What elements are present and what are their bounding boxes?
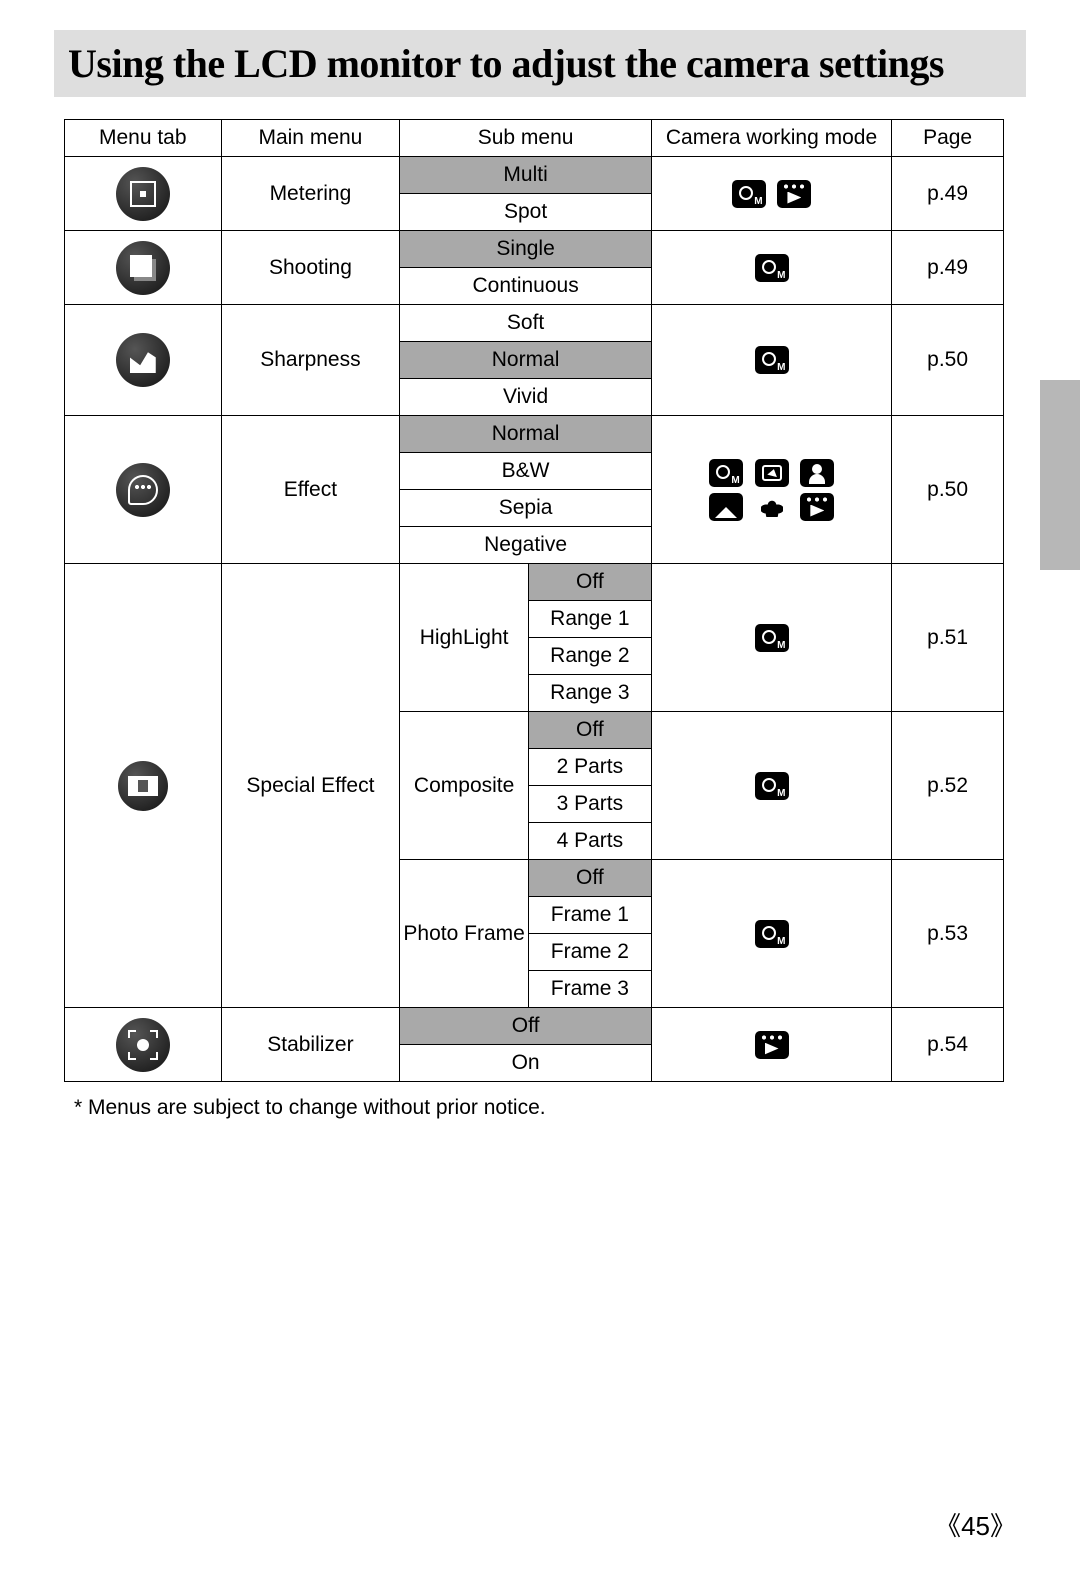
sharpness-tab-icon-cell [65, 305, 222, 416]
page-number-decor-left: 《 [935, 1511, 961, 1541]
scene-mode-icon [755, 459, 789, 487]
shooting-sub-single: Single [400, 231, 652, 268]
movie-mode-icon [777, 180, 811, 208]
row-sharpness: Sharpness Soft p.50 [65, 305, 1004, 342]
page-title-bar: Using the LCD monitor to adjust the came… [54, 30, 1026, 97]
effect-tab-icon-cell [65, 416, 222, 564]
camera-m-mode-icon [732, 180, 766, 208]
highlight-r1: Range 1 [528, 601, 651, 638]
movie-mode-icon [755, 1031, 789, 1059]
row-shooting: Shooting Single p.49 [65, 231, 1004, 268]
shooting-modes [651, 231, 891, 305]
metering-sub-multi: Multi [400, 157, 652, 194]
movie-mode-icon [800, 493, 834, 521]
effect-sub-negative: Negative [400, 527, 652, 564]
sharpness-sub-normal: Normal [400, 342, 652, 379]
shooting-page: p.49 [892, 231, 1004, 305]
sharpness-sub-vivid: Vivid [400, 379, 652, 416]
composite-off: Off [528, 712, 651, 749]
composite-modes [651, 712, 891, 860]
page-number-decor-right: 》 [990, 1511, 1016, 1541]
special-highlight-label: HighLight [400, 564, 529, 712]
col-mode: Camera working mode [651, 120, 891, 157]
composite-page: p.52 [892, 712, 1004, 860]
highlight-r2: Range 2 [528, 638, 651, 675]
metering-sub-spot: Spot [400, 194, 652, 231]
effect-icon [116, 463, 170, 517]
manual-page: Using the LCD monitor to adjust the came… [0, 0, 1080, 1585]
effect-page: p.50 [892, 416, 1004, 564]
sharpness-main: Sharpness [221, 305, 400, 416]
page-number-value: 45 [961, 1511, 990, 1541]
special-photoframe-label: Photo Frame [400, 860, 529, 1008]
row-effect: Effect Normal p.50 [65, 416, 1004, 453]
composite-3: 3 Parts [528, 786, 651, 823]
col-page: Page [892, 120, 1004, 157]
shooting-tab-icon-cell [65, 231, 222, 305]
metering-tab-icon-cell [65, 157, 222, 231]
highlight-page: p.51 [892, 564, 1004, 712]
landscape-mode-icon [709, 493, 743, 521]
stabilizer-off: Off [400, 1008, 652, 1045]
special-tab-icon-cell [65, 564, 222, 1008]
page-title: Using the LCD monitor to adjust the came… [68, 40, 1012, 87]
page-number: 《45》 [935, 1506, 1016, 1543]
col-main-menu: Main menu [221, 120, 400, 157]
portrait-mode-icon [800, 459, 834, 487]
row-special: Special Effect HighLight Off p.51 [65, 564, 1004, 601]
photoframe-3: Frame 3 [528, 971, 651, 1008]
footnote: * Menus are subject to change without pr… [74, 1096, 1026, 1120]
stabilizer-main: Stabilizer [221, 1008, 400, 1082]
camera-m-mode-icon [755, 346, 789, 374]
camera-m-mode-icon [755, 624, 789, 652]
shooting-main: Shooting [221, 231, 400, 305]
closeup-mode-icon [755, 493, 789, 521]
camera-m-mode-icon [755, 920, 789, 948]
stabilizer-modes [651, 1008, 891, 1082]
metering-icon [116, 167, 170, 221]
sharpness-modes [651, 305, 891, 416]
shooting-icon [116, 241, 170, 295]
settings-table: Menu tab Main menu Sub menu Camera worki… [64, 119, 1004, 1082]
row-stabilizer: Stabilizer Off p.54 [65, 1008, 1004, 1045]
photoframe-2: Frame 2 [528, 934, 651, 971]
special-composite-label: Composite [400, 712, 529, 860]
row-metering: Metering Multi p.49 [65, 157, 1004, 194]
photoframe-1: Frame 1 [528, 897, 651, 934]
composite-2: 2 Parts [528, 749, 651, 786]
special-effect-icon [116, 759, 170, 813]
photoframe-modes [651, 860, 891, 1008]
table-header-row: Menu tab Main menu Sub menu Camera worki… [65, 120, 1004, 157]
photoframe-page: p.53 [892, 860, 1004, 1008]
highlight-off: Off [528, 564, 651, 601]
camera-m-mode-icon [755, 772, 789, 800]
stabilizer-tab-icon-cell [65, 1008, 222, 1082]
stabilizer-on: On [400, 1045, 652, 1082]
composite-4: 4 Parts [528, 823, 651, 860]
camera-m-mode-icon [755, 254, 789, 282]
stabilizer-icon [116, 1018, 170, 1072]
highlight-modes [651, 564, 891, 712]
col-menu-tab: Menu tab [65, 120, 222, 157]
col-sub-menu: Sub menu [400, 120, 652, 157]
effect-modes [651, 416, 891, 564]
effect-sub-bw: B&W [400, 453, 652, 490]
metering-main: Metering [221, 157, 400, 231]
sharpness-sub-soft: Soft [400, 305, 652, 342]
effect-sub-sepia: Sepia [400, 490, 652, 527]
highlight-r3: Range 3 [528, 675, 651, 712]
camera-m-mode-icon [709, 459, 743, 487]
stabilizer-page: p.54 [892, 1008, 1004, 1082]
metering-page: p.49 [892, 157, 1004, 231]
sharpness-icon [116, 333, 170, 387]
photoframe-off: Off [528, 860, 651, 897]
effect-sub-normal: Normal [400, 416, 652, 453]
metering-modes [651, 157, 891, 231]
section-tab [1040, 380, 1080, 570]
shooting-sub-continuous: Continuous [400, 268, 652, 305]
sharpness-page: p.50 [892, 305, 1004, 416]
special-main: Special Effect [221, 564, 400, 1008]
effect-main: Effect [221, 416, 400, 564]
